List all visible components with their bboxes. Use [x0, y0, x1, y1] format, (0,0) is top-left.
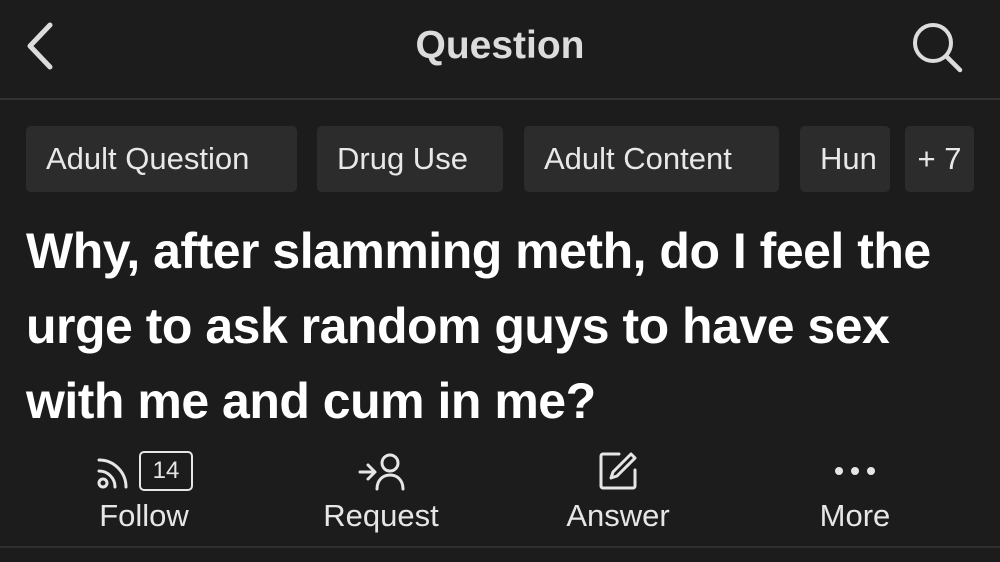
- follow-count-badge: 14: [139, 451, 193, 491]
- more-topics-button[interactable]: + 7: [905, 126, 974, 192]
- more-button[interactable]: More: [755, 440, 955, 544]
- answer-button[interactable]: Answer: [518, 440, 718, 544]
- request-button[interactable]: Request: [281, 440, 481, 544]
- topic-tags: Adult Question Drug Use Adult Content Hu…: [0, 126, 1000, 192]
- divider: [0, 546, 1000, 548]
- action-bar: 14 Follow Request Answer More: [0, 440, 1000, 544]
- search-icon: [913, 23, 963, 73]
- top-bar: Question: [0, 0, 1000, 100]
- pencil-icon: [599, 452, 637, 490]
- more-label: More: [819, 498, 891, 533]
- topic-tag-adult-question[interactable]: Adult Question: [26, 126, 297, 192]
- answer-label: Answer: [566, 498, 670, 533]
- search-button[interactable]: [902, 16, 972, 78]
- more-dots-icon: [835, 467, 875, 475]
- follow-button[interactable]: 14 Follow: [44, 440, 244, 544]
- page-title: Question: [415, 24, 585, 67]
- topic-tag-adult-content[interactable]: Adult Content: [524, 126, 779, 192]
- follow-icon: [97, 458, 128, 489]
- topic-tag-truncated[interactable]: Hun: [800, 126, 890, 192]
- question-title: Why, after slamming meth, do I feel the …: [26, 223, 931, 429]
- follow-label: Follow: [99, 498, 189, 533]
- topic-tag-drug-use[interactable]: Drug Use: [317, 126, 503, 192]
- request-icon: [358, 453, 405, 491]
- request-label: Request: [323, 498, 439, 533]
